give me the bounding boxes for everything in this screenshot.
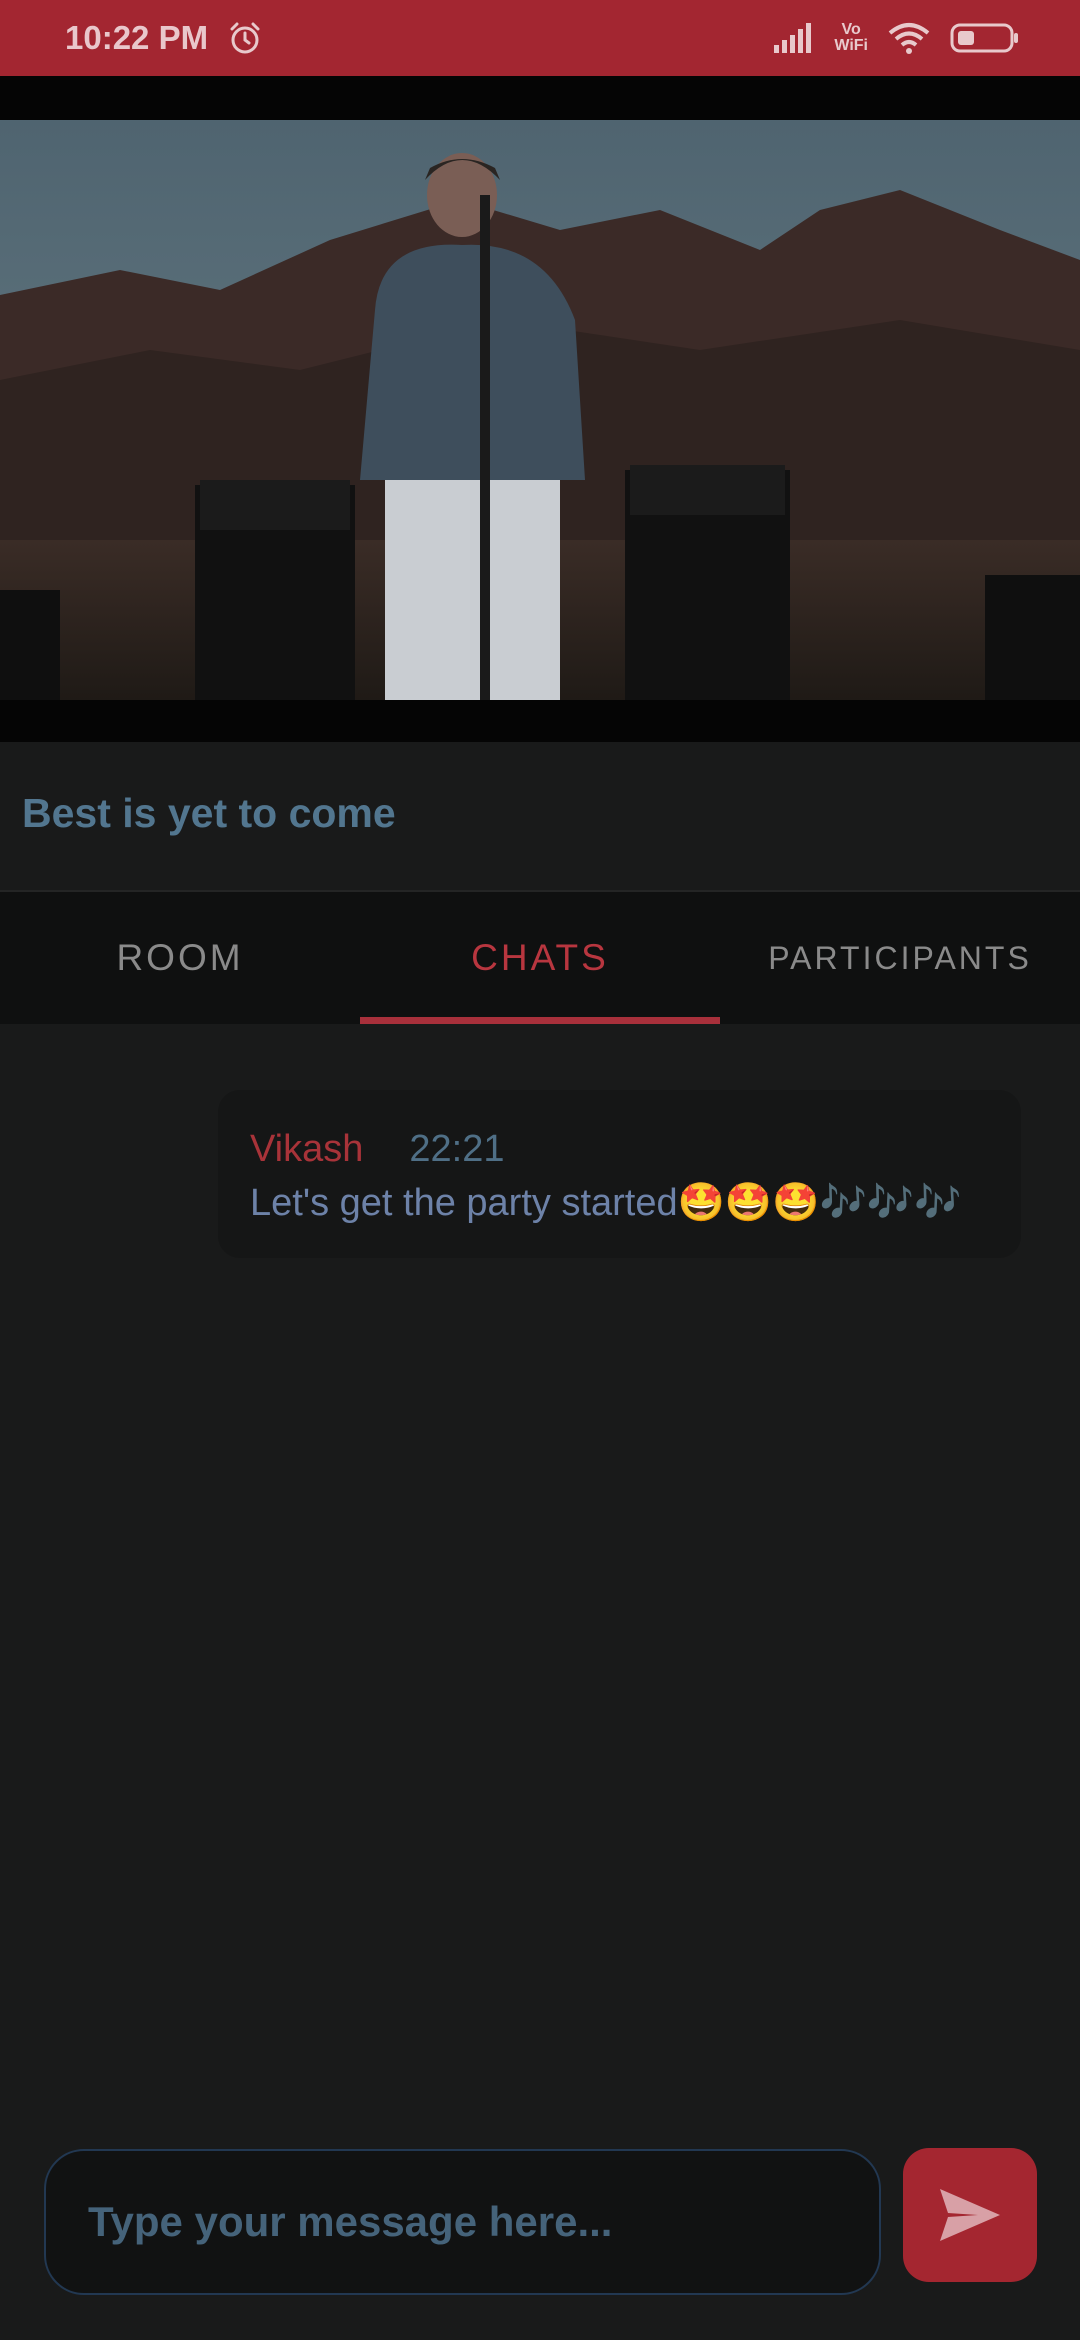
wifi-icon <box>888 23 930 54</box>
send-button[interactable] <box>903 2148 1037 2282</box>
status-time: 10:22 PM <box>65 19 209 56</box>
video-title: Best is yet to come <box>22 790 396 836</box>
tab-bar: ROOM CHATS PARTICIPANTS <box>0 892 1080 1024</box>
message-text: Let's get the party started🤩🤩🤩🎶🎶🎶 <box>250 1182 962 1224</box>
message-sender: Vikash <box>250 1128 364 1170</box>
battery-icon <box>950 23 1018 53</box>
signal-icon <box>774 23 812 53</box>
send-icon <box>940 2189 1000 2241</box>
video-frame[interactable] <box>0 120 1080 700</box>
tab-participants[interactable]: PARTICIPANTS <box>720 892 1080 1024</box>
video-player[interactable] <box>0 76 1080 742</box>
message-input[interactable]: Type your message here... <box>44 2149 881 2295</box>
video-thumbnail <box>0 120 1080 700</box>
chat-message: Vikash 22:21 Let's get the party started… <box>218 1090 1021 1258</box>
chat-list[interactable]: Vikash 22:21 Let's get the party started… <box>0 1024 1080 2114</box>
message-time: 22:21 <box>409 1128 505 1170</box>
tab-room[interactable]: ROOM <box>0 892 360 1024</box>
alarm-icon <box>230 22 260 54</box>
message-header: Vikash 22:21 <box>250 1128 1021 1171</box>
tab-chats[interactable]: CHATS <box>360 892 720 1024</box>
status-bar: 10:22 PM Vo WiFi <box>0 0 1080 76</box>
vowifi-indicator: Vo WiFi <box>834 21 868 54</box>
